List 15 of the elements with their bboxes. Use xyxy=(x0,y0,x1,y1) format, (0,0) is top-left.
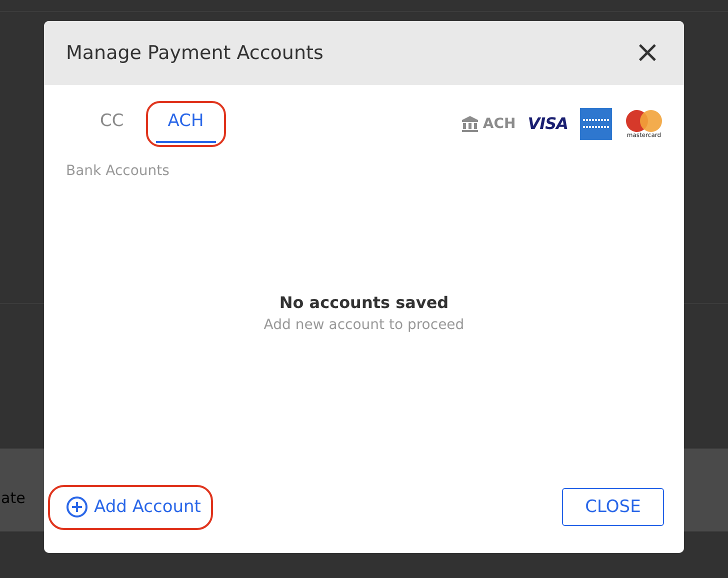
empty-state-title: No accounts saved xyxy=(279,292,449,314)
plus-circle-icon xyxy=(66,496,88,518)
tab[interactable]: ACH xyxy=(156,105,216,143)
tab[interactable]: CC xyxy=(88,105,136,143)
ach-label: ACH xyxy=(482,114,516,134)
add-account-button[interactable]: Add Account xyxy=(66,494,201,520)
modal-title: Manage Payment Accounts xyxy=(66,40,324,66)
empty-state-subtitle: Add new account to proceed xyxy=(264,316,464,335)
bank-icon xyxy=(460,115,479,133)
amex-logo xyxy=(580,108,612,140)
visa-logo: VISA xyxy=(528,113,568,135)
close-button[interactable]: CLOSE xyxy=(562,488,664,526)
close-button[interactable]: × xyxy=(632,38,662,68)
section-label: Bank Accounts xyxy=(65,162,170,181)
background-text: ate xyxy=(1,488,26,509)
